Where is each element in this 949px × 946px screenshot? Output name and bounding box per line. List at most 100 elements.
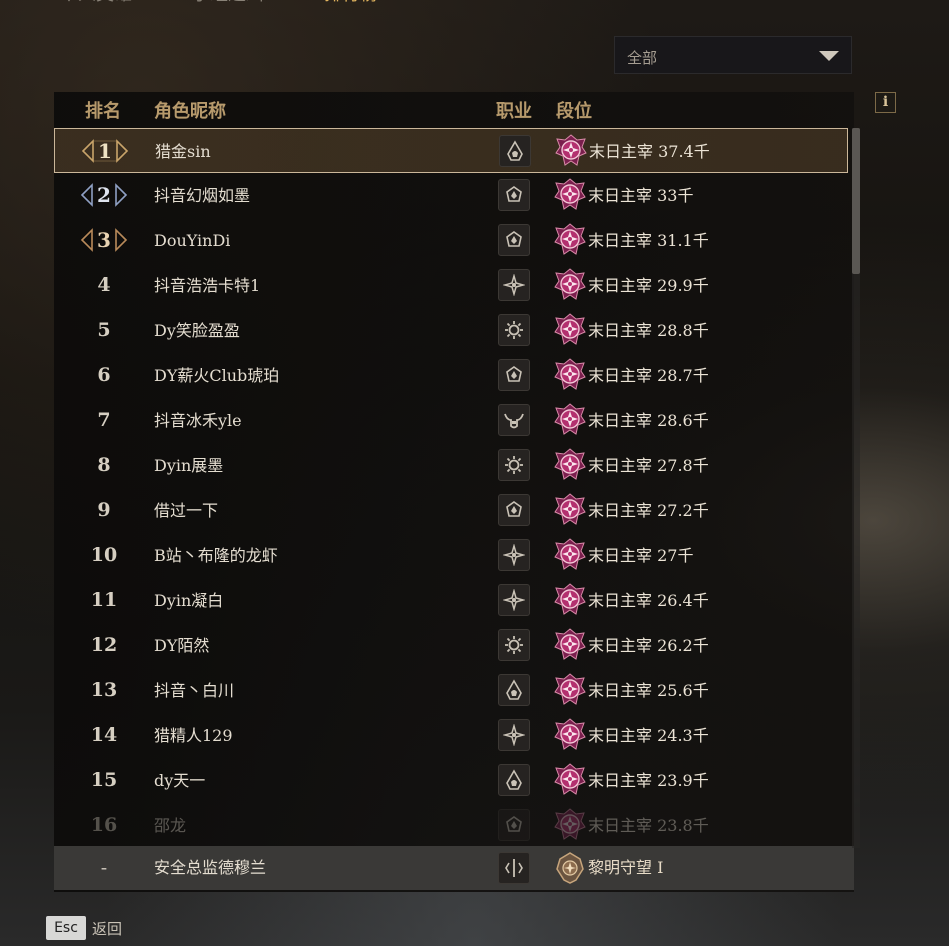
table-header: 排名 角色昵称 职业 段位: [54, 92, 854, 128]
doom-lord-tier-icon: [554, 403, 586, 437]
doom-lord-tier-icon: [554, 763, 586, 797]
doom-lord-tier-icon: [554, 673, 586, 707]
doom-lord-tier-icon: [554, 178, 586, 212]
tier-score: 末日主宰 37.4千: [589, 142, 710, 161]
tier-score: 末日主宰 26.4千: [588, 591, 709, 610]
player-name: 抖音幻烟如墨: [154, 186, 251, 205]
rank-number: 9: [97, 499, 111, 521]
table-row[interactable]: 8 Dyin展墨 末日主宰 27.8千: [54, 443, 848, 488]
rank-number: 4: [97, 274, 111, 296]
sun-gear-icon: [498, 449, 530, 481]
scroll-thumb[interactable]: [852, 128, 860, 274]
player-name: 抖音冰禾yle: [154, 411, 242, 430]
scrollbar[interactable]: [852, 128, 860, 848]
self-rank: -: [100, 857, 108, 879]
player-name: Dyin展墨: [154, 456, 224, 475]
tier-score: 末日主宰 23.8千: [588, 816, 709, 835]
tier-score: 末日主宰 28.8千: [588, 321, 709, 340]
filter-selected-value: 全部: [627, 49, 658, 67]
doom-lord-tier-icon: [554, 493, 586, 527]
table-row[interactable]: 11 Dyin凝白 末日主宰 26.4千: [54, 578, 848, 623]
tier-score: 末日主宰 31.1千: [588, 231, 709, 250]
table-row[interactable]: 12 DY陌然 末日主宰 26.2千: [54, 623, 848, 668]
player-name: Dyin凝白: [154, 591, 224, 610]
tri-blade-icon: [498, 224, 530, 256]
rank-number: 6: [97, 364, 111, 386]
rank-number: 7: [97, 409, 111, 431]
player-name: 猎金sin: [155, 142, 211, 161]
doom-lord-tier-icon: [554, 268, 586, 302]
table-row[interactable]: 10 B站丶布隆的龙虾 末日主宰 27千: [54, 533, 848, 578]
rank-badge-gold: 1: [79, 136, 131, 166]
rank-number: 12: [90, 634, 118, 656]
tier-score: 末日主宰 27.2千: [588, 501, 709, 520]
player-name: 猎精人129: [154, 726, 233, 745]
table-row[interactable]: 1 猎金sin 末日主宰 37.4千: [54, 128, 848, 173]
player-name: 借过一下: [154, 501, 219, 520]
table-row[interactable]: 6 DY薪火Club琥珀 末日主宰 28.7千: [54, 353, 848, 398]
star-burst-icon: [498, 269, 530, 301]
table-row[interactable]: 5 Dy笑脸盈盈 末日主宰 28.8千: [54, 308, 848, 353]
self-rank-row[interactable]: - 安全总监德穆兰 黎明守望 I: [54, 846, 854, 890]
tab-wanted[interactable]: 小组通缉: [192, 0, 264, 8]
rank-number: 8: [97, 454, 111, 476]
doom-lord-tier-icon: [554, 448, 586, 482]
doom-lord-tier-icon: [554, 313, 586, 347]
table-row[interactable]: 9 借过一下 末日主宰 27.2千: [54, 488, 848, 533]
tier-score: 末日主宰 27.8千: [588, 456, 709, 475]
rank-number: 3: [97, 228, 111, 252]
header-tier: 段位: [556, 101, 592, 122]
table-row[interactable]: 14 猎精人129 末日主宰 24.3千: [54, 713, 848, 758]
top-tabs: 个人英雄 小组通缉 排行榜: [60, 0, 378, 8]
doom-lord-tier-icon: [555, 134, 587, 168]
horned-helm-icon: [498, 404, 530, 436]
rank-number: 1: [98, 139, 112, 163]
esc-key[interactable]: Esc: [46, 916, 86, 940]
player-name: 抖音浩浩卡特1: [154, 276, 261, 295]
rank-badge-silver: 2: [78, 180, 130, 210]
leaderboard-panel: 排名 角色昵称 职业 段位 1 猎金sin 末日主宰 37.4千 2 抖音幻烟如墨 末日主…: [54, 92, 854, 892]
tier-score: 末日主宰 23.9千: [588, 771, 709, 790]
table-row[interactable]: 13 抖音丶白川 末日主宰 25.6千: [54, 668, 848, 713]
table-row[interactable]: 15 dy天一 末日主宰 23.9千: [54, 758, 848, 803]
doom-lord-tier-icon: [554, 583, 586, 617]
back-label[interactable]: 返回: [92, 918, 122, 939]
tab-personal[interactable]: 个人英雄: [60, 0, 132, 8]
header-name: 角色昵称: [154, 101, 226, 122]
player-name: dy天一: [154, 771, 206, 790]
rank-number: 14: [90, 724, 118, 746]
self-name: 安全总监德穆兰: [154, 858, 267, 877]
star-burst-icon: [498, 584, 530, 616]
player-name: DY陌然: [154, 636, 210, 655]
tri-blade-icon: [498, 359, 530, 391]
info-button[interactable]: i: [875, 92, 896, 113]
chevron-down-icon: [819, 51, 839, 61]
doom-lord-tier-icon: [554, 358, 586, 392]
table-row[interactable]: 3 DouYinDi 末日主宰 31.1千: [54, 218, 848, 263]
player-name: Dy笑脸盈盈: [154, 321, 240, 340]
table-row[interactable]: 2 抖音幻烟如墨 末日主宰 33千: [54, 173, 848, 218]
filter-dropdown[interactable]: 全部: [614, 36, 852, 74]
table-row[interactable]: 4 抖音浩浩卡特1 末日主宰 29.9千: [54, 263, 848, 308]
sun-gear-icon: [498, 314, 530, 346]
rune-icon: [498, 852, 530, 884]
tier-score: 末日主宰 29.9千: [588, 276, 709, 295]
rank-badge-bronze: 3: [78, 225, 130, 255]
tier-score: 末日主宰 28.7千: [588, 366, 709, 385]
dawn-watch-tier-icon: [554, 851, 586, 885]
tri-blade-icon: [498, 809, 530, 841]
doom-lord-tier-icon: [554, 718, 586, 752]
header-rank: 排名: [85, 101, 121, 122]
rank-number: 11: [90, 589, 118, 611]
rank-number: 15: [90, 769, 118, 791]
sun-gear-icon: [498, 629, 530, 661]
table-row[interactable]: 7 抖音冰禾yle 末日主宰 28.6千: [54, 398, 848, 443]
rank-number: 2: [97, 183, 111, 207]
hooded-icon: [498, 674, 530, 706]
player-name: DY薪火Club琥珀: [154, 366, 280, 385]
doom-lord-tier-icon: [554, 223, 586, 257]
table-row[interactable]: 16 邵龙 末日主宰 23.8千: [54, 803, 848, 841]
header-class: 职业: [496, 101, 532, 122]
tab-leaderboard[interactable]: 排行榜: [324, 0, 378, 8]
star-burst-icon: [498, 539, 530, 571]
